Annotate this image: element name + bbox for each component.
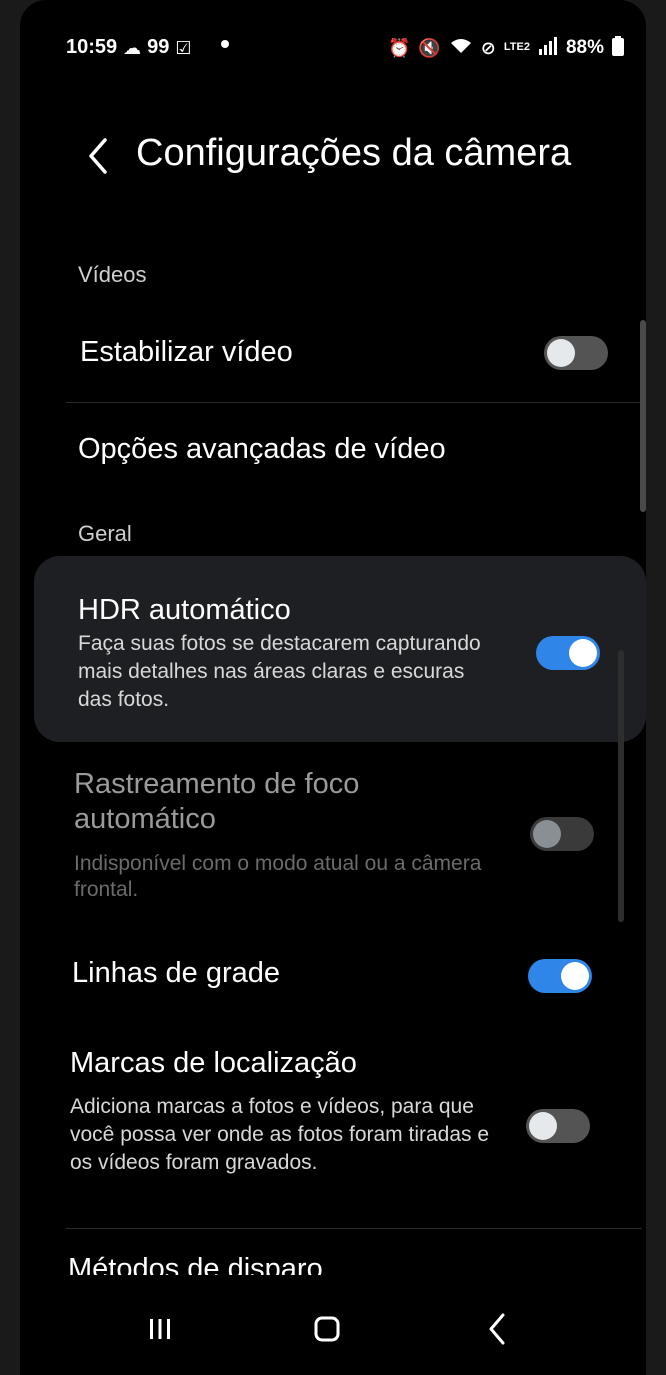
divider	[66, 402, 642, 403]
section-geral: Geral	[78, 521, 132, 546]
estabilizar-toggle[interactable]	[544, 336, 608, 370]
notification-count: 99	[147, 36, 170, 58]
recents-button[interactable]	[130, 1299, 190, 1359]
clock: 10:59	[66, 36, 118, 58]
checkbox-icon: ☑	[175, 37, 192, 58]
setting-label: Linhas de grade	[72, 957, 280, 989]
scrollbar-track[interactable]	[618, 650, 624, 922]
navigation-bar	[20, 1275, 646, 1375]
setting-label: Marcas de localização	[70, 1047, 357, 1079]
back-button[interactable]	[78, 128, 118, 184]
setting-description: Indisponível com o modo atual ou a câmer…	[74, 852, 482, 901]
recents-icon	[150, 1319, 170, 1339]
rastreamento-toggle	[530, 817, 594, 851]
section-videos: Vídeos	[78, 262, 147, 287]
phone-screen: 10:59 ☁ 99 ☑ ⏰ 🔇 ⊘ LTE2 88% Configuraçõe…	[20, 0, 646, 1375]
setting-hdr-automatico[interactable]: HDR automático Faça suas fotos se destac…	[60, 590, 620, 720]
alarm-icon: ⏰	[387, 37, 411, 58]
chevron-left-icon	[89, 138, 107, 174]
scrollbar-thumb[interactable]	[640, 320, 646, 512]
divider	[66, 1228, 642, 1229]
network-type: LTE2	[503, 41, 530, 53]
back-icon	[489, 1313, 505, 1345]
setting-rastreamento-foco[interactable]: Rastreamento de foco automático Indispon…	[60, 763, 620, 903]
linhas-grade-toggle[interactable]	[528, 959, 592, 993]
battery-icon	[612, 36, 624, 59]
setting-estabilizar-video[interactable]: Estabilizar vídeo	[60, 318, 620, 388]
setting-marcas-localizacao[interactable]: Marcas de localização Adiciona marcas a …	[60, 1045, 620, 1190]
page-title: Configurações da câmera	[136, 132, 572, 174]
hdr-toggle[interactable]	[536, 636, 600, 670]
nav-back-button[interactable]	[467, 1299, 527, 1359]
setting-label: Rastreamento de foco automático	[74, 768, 360, 835]
signal-icon	[538, 37, 558, 58]
setting-label: Estabilizar vídeo	[80, 336, 293, 368]
app-header: Configurações da câmera	[20, 110, 646, 200]
status-bar: 10:59 ☁ 99 ☑ ⏰ 🔇 ⊘ LTE2 88%	[20, 30, 646, 70]
setting-opcoes-avancadas-video[interactable]: Opções avançadas de vídeo	[60, 415, 620, 485]
setting-description: Adiciona marcas a fotos e vídeos, para q…	[70, 1095, 490, 1174]
setting-label: HDR automático	[78, 594, 291, 626]
setting-linhas-grade[interactable]: Linhas de grade	[60, 945, 620, 1005]
cloud-icon: ☁	[123, 37, 142, 58]
mute-icon: 🔇	[418, 37, 441, 58]
camera-dot-icon	[221, 40, 229, 48]
marcas-localizacao-toggle[interactable]	[526, 1109, 590, 1143]
setting-label: Opções avançadas de vídeo	[78, 433, 446, 465]
wifi-icon	[449, 37, 473, 58]
no-disturb-icon: ⊘	[480, 37, 496, 58]
home-icon	[314, 1316, 340, 1342]
home-button[interactable]	[297, 1299, 357, 1359]
battery-percent: 88%	[565, 36, 604, 58]
setting-description: Faça suas fotos se destacarem capturando…	[78, 632, 481, 711]
